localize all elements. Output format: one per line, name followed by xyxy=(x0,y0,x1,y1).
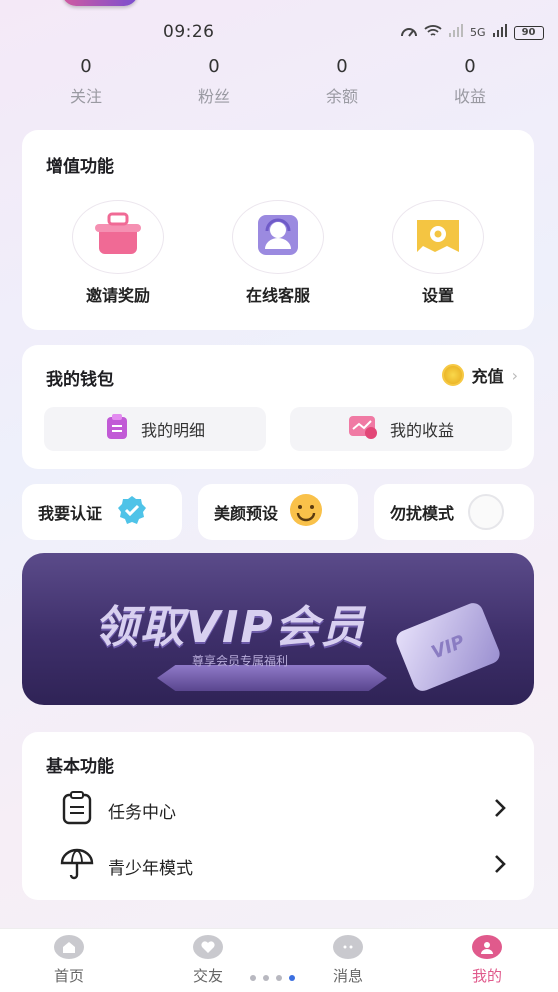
recharge-label: 充值 xyxy=(471,367,504,386)
bottom-tab-bar: 首页 交友 消息 我的 xyxy=(0,928,558,992)
wallet-card: 我的钱包 充值 › 我的明细 我的收益 xyxy=(22,345,534,469)
verified-badge-icon xyxy=(116,494,148,530)
stat-label: 余额 xyxy=(325,87,358,106)
home-icon xyxy=(54,935,84,959)
page-indicator xyxy=(250,975,295,981)
value-added-card: 增值功能 邀请奖励 在线客服 设置 xyxy=(22,130,534,330)
speed-icon xyxy=(400,24,418,41)
profile-icon xyxy=(472,935,502,959)
stat-balance[interactable]: 0 余额 xyxy=(292,56,392,107)
toggle-off-icon[interactable] xyxy=(468,494,505,530)
do-not-disturb-toggle[interactable]: 勿扰模式 xyxy=(374,484,534,540)
status-icons: 5G 90 xyxy=(400,24,544,41)
vip-card-icon: VIP xyxy=(393,600,503,694)
signal-icon xyxy=(448,24,464,41)
beauty-label: 美颜预设 xyxy=(214,504,279,523)
coin-icon xyxy=(441,364,464,386)
my-earnings-button[interactable]: 我的收益 xyxy=(290,407,512,451)
tab-me[interactable]: 我的 xyxy=(447,935,527,986)
stat-value: 0 xyxy=(464,56,476,77)
dnd-label: 勿扰模式 xyxy=(390,504,455,523)
settings-button[interactable]: 设置 xyxy=(378,200,498,306)
basic-item-label: 任务中心 xyxy=(108,802,176,823)
heart-icon xyxy=(193,935,223,959)
teen-mode-row[interactable]: 青少年模式 xyxy=(60,842,508,890)
page-dot xyxy=(250,975,256,981)
feature-icon-wrap xyxy=(392,200,484,274)
status-time: 09:26 xyxy=(163,22,215,42)
my-details-button[interactable]: 我的明细 xyxy=(44,407,266,451)
verify-button[interactable]: 我要认证 xyxy=(22,484,182,540)
feature-icon-wrap xyxy=(232,200,324,274)
feature-label: 设置 xyxy=(421,286,454,305)
vip-banner[interactable]: 领取VIP会员 尊享会员专属福利 VIP xyxy=(22,553,534,705)
feature-label: 邀请奖励 xyxy=(85,286,150,305)
tab-label: 交友 xyxy=(192,967,223,985)
earnings-label: 我的收益 xyxy=(389,421,454,440)
wallet-title: 我的钱包 xyxy=(46,370,114,390)
feature-icon-wrap xyxy=(72,200,164,274)
tab-friends[interactable]: 交友 xyxy=(168,935,248,986)
network-type: 5G xyxy=(470,26,486,39)
page-dot-active xyxy=(289,975,295,981)
tab-label: 我的 xyxy=(471,967,502,985)
tab-home[interactable]: 首页 xyxy=(29,935,109,986)
stat-value: 0 xyxy=(80,56,92,77)
value-added-title: 增值功能 xyxy=(46,157,114,177)
verify-label: 我要认证 xyxy=(38,504,103,523)
battery-icon: 90 xyxy=(513,25,544,40)
smile-icon xyxy=(288,492,324,532)
tab-label: 消息 xyxy=(332,967,363,985)
basic-item-label: 青少年模式 xyxy=(108,858,193,879)
page-dot xyxy=(263,975,269,981)
profile-stats: 0 关注 0 粉丝 0 余额 0 收益 xyxy=(0,56,558,112)
invite-reward-button[interactable]: 邀请奖励 xyxy=(58,200,178,306)
stat-label: 收益 xyxy=(453,87,486,106)
earnings-chart-icon xyxy=(348,414,378,444)
basic-functions-card: 基本功能 任务中心 青少年模式 xyxy=(22,732,534,900)
page-dot xyxy=(276,975,282,981)
chevron-right-icon xyxy=(492,853,508,879)
tab-messages[interactable]: 消息 xyxy=(308,935,388,986)
stat-fans[interactable]: 0 粉丝 xyxy=(164,56,264,107)
status-bar: 09:26 5G 90 xyxy=(0,20,558,48)
umbrella-icon xyxy=(60,847,94,885)
stat-label: 粉丝 xyxy=(197,87,230,106)
tab-label: 首页 xyxy=(53,967,84,985)
gear-icon xyxy=(411,212,465,262)
recharge-button[interactable]: 充值 › xyxy=(441,363,518,387)
stat-label: 关注 xyxy=(69,87,102,106)
chat-icon xyxy=(333,935,363,959)
feature-label: 在线客服 xyxy=(245,286,310,305)
banner-title: 领取VIP会员 xyxy=(94,602,367,653)
clipboard-icon xyxy=(105,414,129,444)
stat-value: 0 xyxy=(208,56,220,77)
gift-pot-icon xyxy=(91,212,145,262)
task-list-icon xyxy=(60,791,94,829)
online-service-button[interactable]: 在线客服 xyxy=(218,200,338,306)
profile-avatar-edge[interactable] xyxy=(62,0,138,6)
wifi-icon xyxy=(424,24,442,41)
basic-title: 基本功能 xyxy=(46,757,114,777)
stat-following[interactable]: 0 关注 xyxy=(36,56,136,107)
beauty-preset-button[interactable]: 美颜预设 xyxy=(198,484,358,540)
signal-icon-2 xyxy=(492,24,508,41)
banner-subtitle: 尊享会员专属福利 xyxy=(192,654,289,668)
task-center-row[interactable]: 任务中心 xyxy=(60,786,508,834)
stat-earnings[interactable]: 0 收益 xyxy=(420,56,520,107)
customer-service-icon xyxy=(253,211,303,263)
stat-value: 0 xyxy=(336,56,348,77)
details-label: 我的明细 xyxy=(140,421,205,440)
chevron-right-icon xyxy=(492,797,508,823)
chevron-right-icon: › xyxy=(511,365,518,385)
